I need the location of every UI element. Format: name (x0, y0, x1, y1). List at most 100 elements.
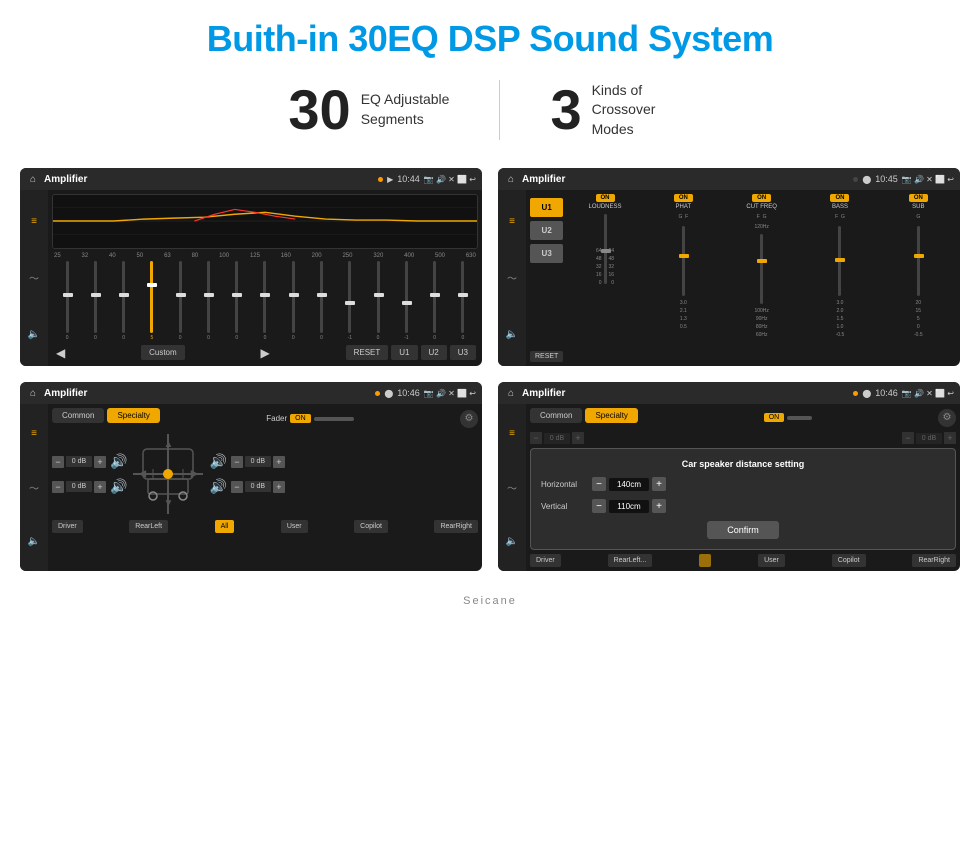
crossover-cutfreq: ON CUT FREQ F G 120Hz 100Hz 90Hz 80Hz 60… (724, 194, 799, 362)
side-icon-eq-3[interactable]: ≡ (31, 428, 37, 439)
driver-btn[interactable]: Driver (52, 520, 83, 533)
dist-settings-icon[interactable]: ⚙ (938, 409, 956, 427)
screen1-time: 10:44 (397, 174, 420, 184)
crossover-loudness: ON LOUDNESS 644832160 644832160 (567, 194, 642, 362)
crossover-number: 3 (550, 82, 581, 138)
side-icon-vol-2[interactable]: 🔈 (506, 329, 518, 340)
screen2-title: Amplifier (522, 174, 849, 185)
dist-rear-right-btn[interactable]: RearRight (912, 554, 956, 567)
up-arrow[interactable]: ▲ (163, 439, 173, 450)
side-icon-wave-3[interactable]: 〜 (29, 480, 39, 495)
copilot-btn[interactable]: Copilot (354, 520, 388, 533)
topbar-icons-3: 📷 🔊 ✕ ⬜ ↩ (424, 389, 476, 398)
u3-channel-btn[interactable]: U3 (530, 244, 563, 263)
crossover-desc: Kinds of Crossover Modes (592, 81, 692, 140)
side-icon-eq-4[interactable]: ≡ (509, 428, 515, 439)
u2-channel-btn[interactable]: U2 (530, 221, 563, 240)
screen4-time: 10:46 (875, 388, 898, 398)
all-btn[interactable]: All (215, 520, 235, 533)
confirm-btn[interactable]: Confirm (707, 521, 779, 539)
home-icon-4[interactable]: ⌂ (504, 386, 518, 400)
speaker-main: Common Specialty Fader ON ⚙ − (48, 404, 482, 571)
horizontal-value: 140cm (609, 478, 649, 491)
crossover-main: U1 U2 U3 RESET ON LOUDNESS (526, 190, 960, 366)
eq-sliders: 0 0 0 5 0 0 0 0 0 0 -1 0 -1 0 0 (52, 261, 478, 341)
prev-btn[interactable]: ◀ (54, 346, 67, 360)
rec-icon: ⬤ (862, 175, 871, 184)
home-icon[interactable]: ⌂ (26, 172, 40, 186)
side-icon-vol-4[interactable]: 🔈 (506, 536, 518, 547)
home-icon-2[interactable]: ⌂ (504, 172, 518, 186)
side-icon-wave-4[interactable]: 〜 (507, 480, 517, 495)
crossover-bass: ON BASS F G 3.0 2.0 1.5 1.0 -0.5 (802, 194, 877, 362)
reset-btn[interactable]: RESET (346, 345, 389, 360)
right-arrow[interactable]: ▶ (191, 469, 199, 480)
screen2-dot (853, 177, 858, 182)
speaker-bottom-btns: Driver RearLeft All User Copilot RearRig… (52, 520, 478, 533)
eq-desc: EQ Adjustable Segments (361, 90, 450, 129)
crossover-sub: ON SUB G 20 15 5 0 -0.5 (881, 194, 956, 362)
rear-left-btn[interactable]: RearLeft (129, 520, 168, 533)
left-controls: − 0 dB + 🔊 − 0 dB + 🔊 (52, 453, 127, 495)
play-icon[interactable]: ▶ (387, 175, 393, 184)
distance-main: Common Specialty ON ⚙ −0 dB+ (526, 404, 960, 571)
dist-copilot-btn[interactable]: Copilot (832, 554, 866, 567)
dist-tabs: Common Specialty (530, 408, 638, 423)
home-icon-3[interactable]: ⌂ (26, 386, 40, 400)
crossover-phat: ON PHAT G F 3.0 2.1 1.3 0.5 (646, 194, 721, 362)
stats-row: 30 EQ Adjustable Segments 3 Kinds of Cro… (0, 70, 980, 158)
dist-bg-content: −0 dB+ −0 dB+ (530, 432, 956, 444)
dist-fader-slider[interactable] (787, 416, 812, 420)
screen1-title: Amplifier (44, 174, 374, 185)
specialty-tab[interactable]: Specialty (107, 408, 159, 423)
db-control-1: − 0 dB + 🔊 (52, 453, 127, 470)
rear-right-btn[interactable]: RearRight (434, 520, 478, 533)
side-icon-eq[interactable]: ≡ (31, 216, 37, 227)
topbar-icons-1: 📷 🔊 ✕ ⬜ ↩ (424, 175, 476, 184)
speaker-left-icon: 🔊 (110, 453, 127, 470)
vertical-minus[interactable]: − (592, 499, 606, 513)
u1-btn[interactable]: U1 (391, 345, 417, 360)
horizontal-label: Horizontal (541, 480, 586, 489)
u3-btn[interactable]: U3 (450, 345, 476, 360)
side-icon-eq-2[interactable]: ≡ (509, 216, 515, 227)
dist-common-tab[interactable]: Common (530, 408, 582, 423)
screen-speaker: ⌂ Amplifier ⬤ 10:46 📷 🔊 ✕ ⬜ ↩ ≡ 〜 🔈 Comm… (20, 382, 482, 571)
page-title: Buith-in 30EQ DSP Sound System (0, 0, 980, 70)
dist-all-btn[interactable] (699, 554, 711, 567)
u2-btn[interactable]: U2 (421, 345, 447, 360)
screen-distance: ⌂ Amplifier ⬤ 10:46 📷 🔊 ✕ ⬜ ↩ ≡ 〜 🔈 Comm… (498, 382, 960, 571)
dist-on-toggle[interactable]: ON (764, 413, 785, 422)
dist-specialty-tab[interactable]: Specialty (585, 408, 637, 423)
speaker-left-icon-2: 🔊 (110, 478, 127, 495)
screen4-title: Amplifier (522, 388, 849, 399)
crossover-reset-btn[interactable]: RESET (530, 351, 563, 362)
common-tab[interactable]: Common (52, 408, 104, 423)
down-arrow[interactable]: ▼ (163, 498, 173, 509)
side-icon-wave[interactable]: 〜 (29, 270, 39, 285)
eq-preset-btns: RESET U1 U2 U3 (346, 345, 476, 360)
dist-user-btn[interactable]: User (758, 554, 785, 567)
speaker-cross[interactable]: ▲ ▼ ◀ ▶ (133, 434, 203, 514)
screen-crossover: ⌂ Amplifier ⬤ 10:45 📷 🔊 ✕ ⬜ ↩ ≡ 〜 🔈 U1 U… (498, 168, 960, 366)
dist-rear-left-btn[interactable]: RearLeft... (608, 554, 653, 567)
user-btn[interactable]: User (281, 520, 308, 533)
eq-slider-1[interactable]: 0 (54, 261, 80, 341)
dist-driver-btn[interactable]: Driver (530, 554, 561, 567)
settings-icon[interactable]: ⚙ (460, 410, 478, 428)
custom-btn[interactable]: Custom (141, 345, 185, 360)
speaker-layout: − 0 dB + 🔊 − 0 dB + 🔊 (52, 434, 478, 514)
left-arrow[interactable]: ◀ (138, 469, 146, 480)
horizontal-minus[interactable]: − (592, 477, 606, 491)
side-panel-1: ≡ 〜 🔈 (20, 190, 48, 366)
vertical-plus[interactable]: + (652, 499, 666, 513)
horizontal-plus[interactable]: + (652, 477, 666, 491)
horizontal-row: Horizontal − 140cm + (541, 477, 945, 491)
u1-channel-btn[interactable]: U1 (530, 198, 563, 217)
side-icon-wave-2[interactable]: 〜 (507, 270, 517, 285)
db-control-2: − 0 dB + 🔊 (52, 478, 127, 495)
side-icon-vol[interactable]: 🔈 (28, 329, 40, 340)
eq-graph (52, 194, 478, 249)
side-icon-vol-3[interactable]: 🔈 (28, 536, 40, 547)
next-btn[interactable]: ▶ (259, 346, 272, 360)
